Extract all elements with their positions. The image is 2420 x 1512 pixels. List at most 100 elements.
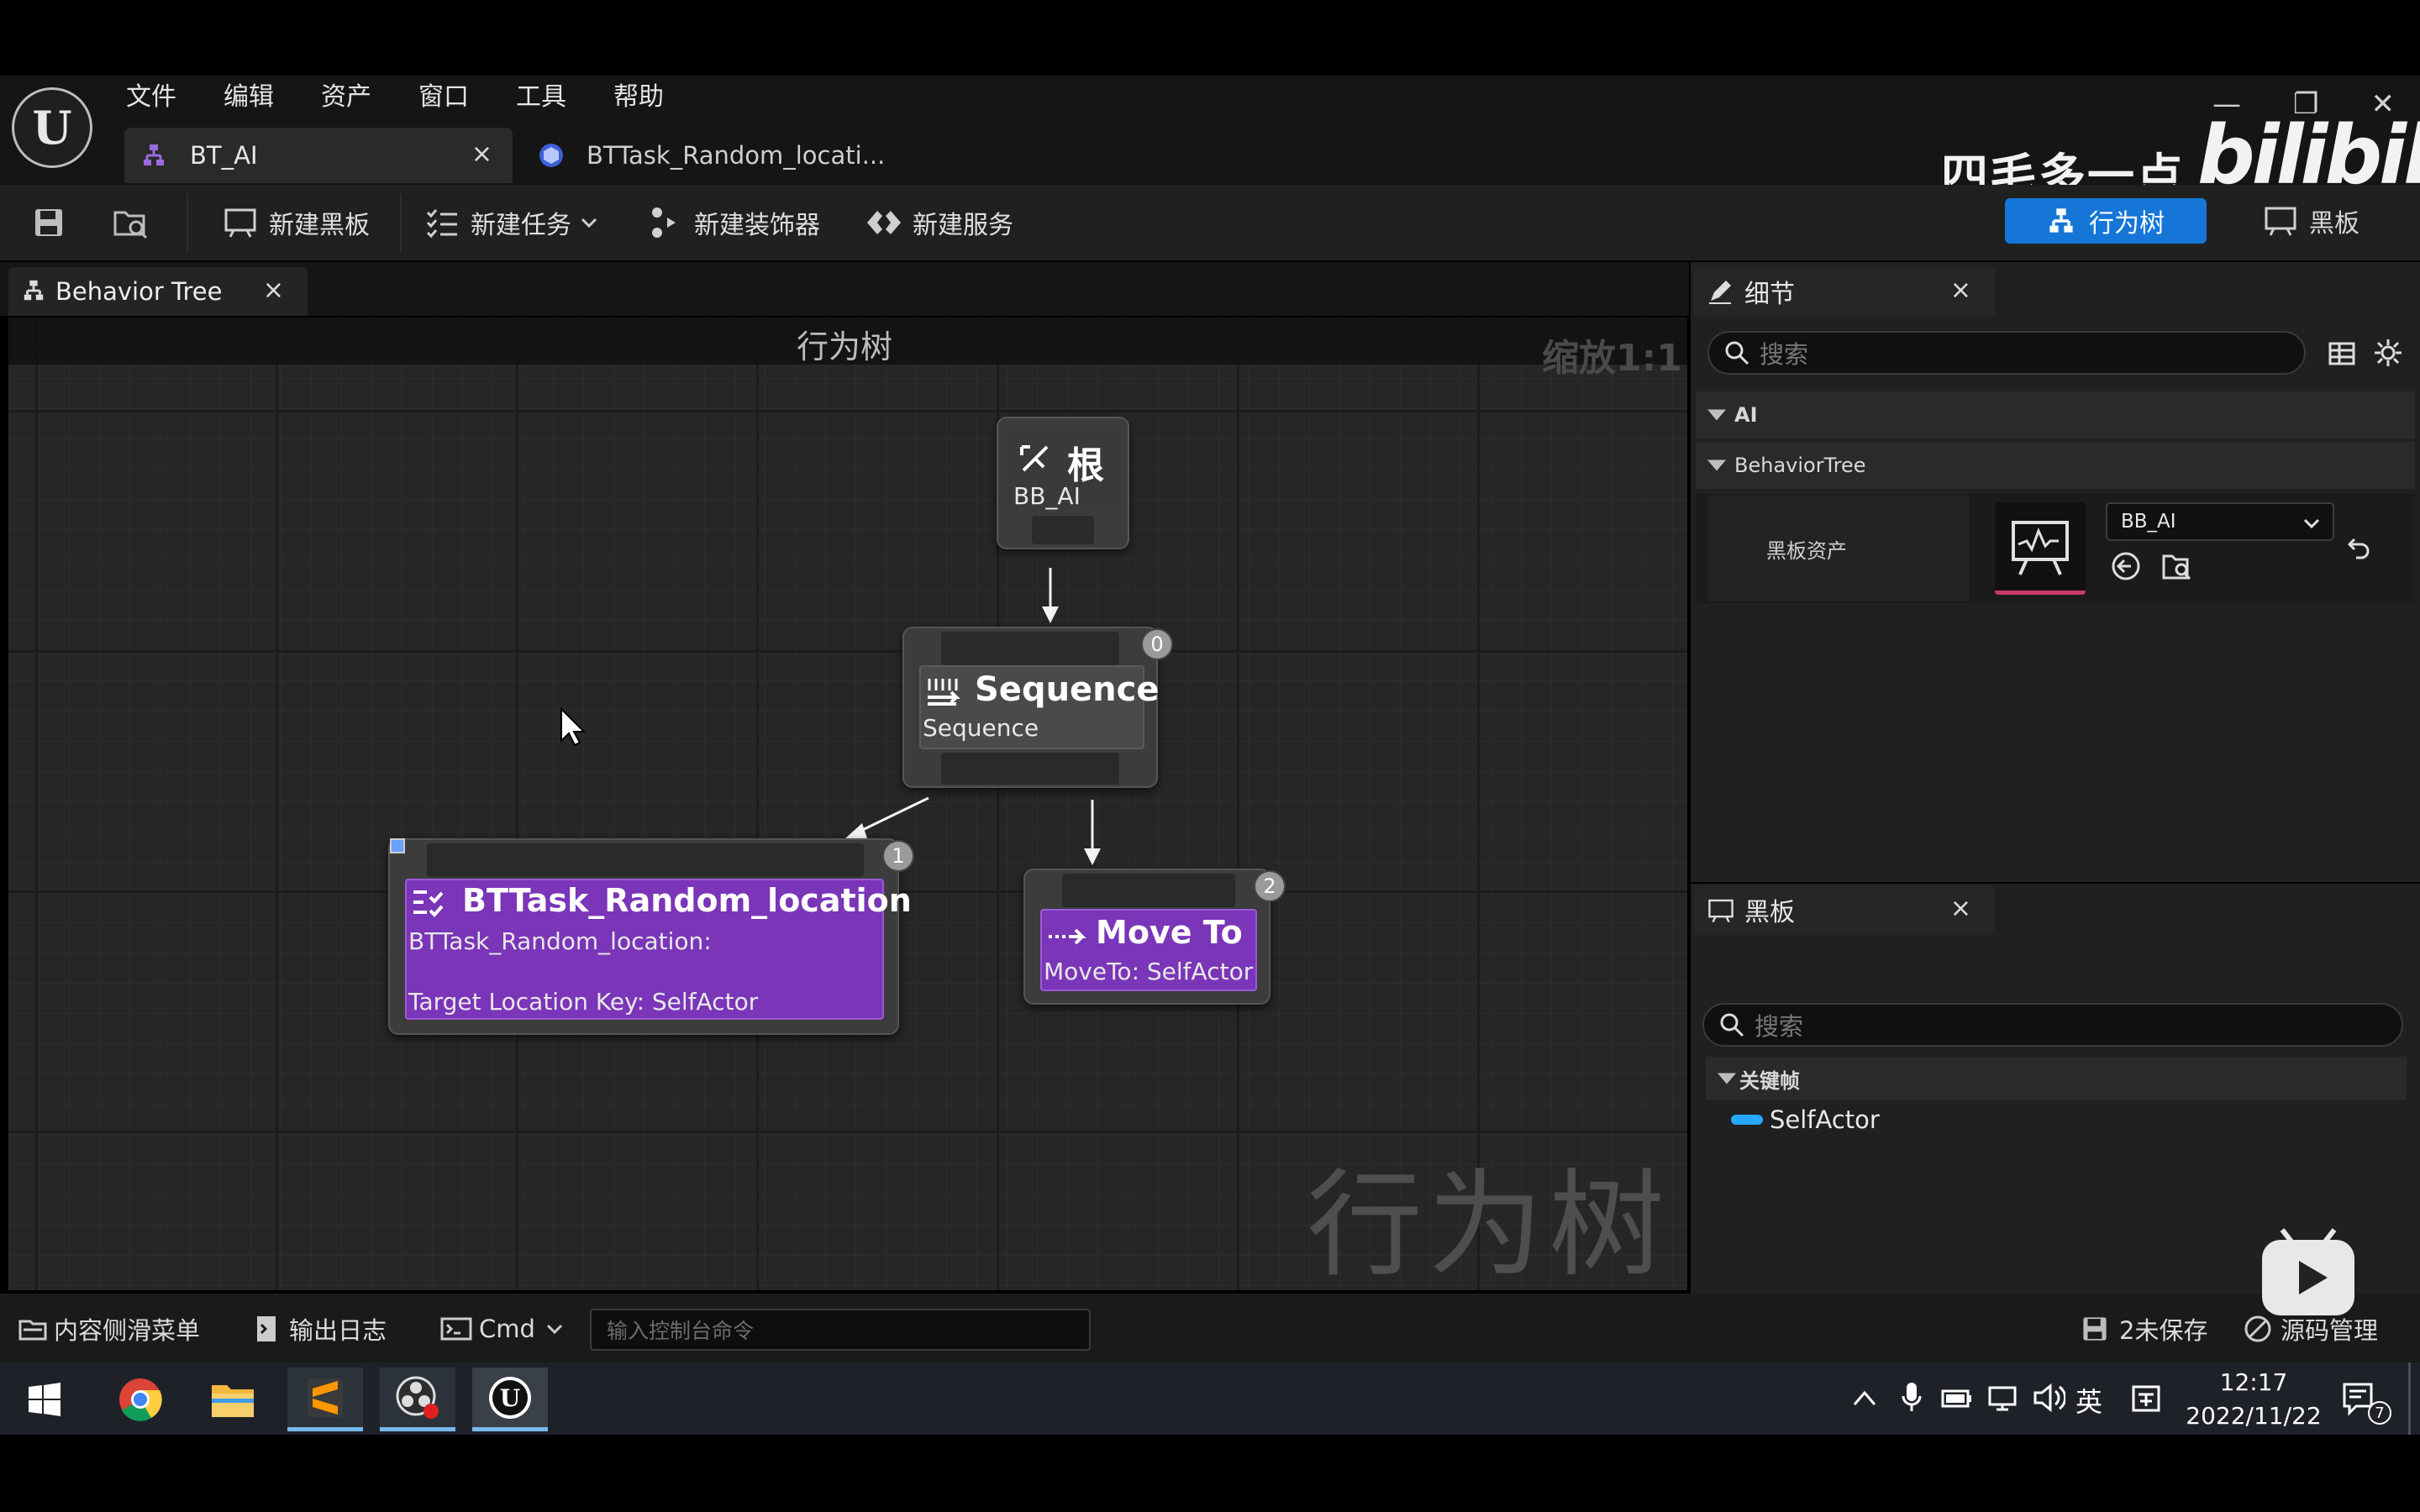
blackboard-category[interactable]: 关键帧 bbox=[1706, 1057, 2407, 1100]
details-search-placeholder: 搜索 bbox=[1760, 340, 1809, 369]
obs-icon bbox=[396, 1376, 439, 1419]
log-icon bbox=[257, 1316, 276, 1341]
execution-index-badge: 1 bbox=[882, 840, 914, 872]
terminal-icon bbox=[440, 1317, 472, 1341]
system-clock[interactable]: 12:17 2022/11/22 bbox=[2178, 1366, 2329, 1433]
video-play-button[interactable] bbox=[2262, 1228, 2354, 1315]
category-behaviortree-label: BehaviorTree bbox=[1734, 454, 1866, 477]
blackboard-asset-value: BB_AI bbox=[2121, 511, 2176, 533]
details-tab-label: 细节 bbox=[1744, 280, 1795, 309]
category-behaviortree[interactable]: BehaviorTree bbox=[1696, 442, 2415, 489]
app-window: U 文件 编辑 资产 窗口 工具 帮助 BT_AI × BTTask_Rando… bbox=[0, 0, 2420, 1512]
blackboard-category-label: 关键帧 bbox=[1739, 1068, 1800, 1093]
windows-icon bbox=[29, 1383, 60, 1416]
task-key-detail: Target Location Key: SelfActor bbox=[408, 988, 759, 1016]
folder-icon bbox=[212, 1385, 254, 1417]
source-control-label: 源码管理 bbox=[2281, 1316, 2379, 1345]
source-control-button[interactable]: 源码管理 bbox=[2244, 1310, 2378, 1347]
blackboard-key-selfactor[interactable]: SelfActor bbox=[1731, 1105, 1880, 1134]
content-drawer-button[interactable]: 内容侧滑菜单 bbox=[18, 1310, 200, 1347]
output-log-button[interactable]: 输出日志 bbox=[254, 1310, 387, 1347]
battery-icon[interactable] bbox=[1941, 1384, 1973, 1411]
tab-details[interactable]: 细节 × bbox=[1694, 267, 1995, 316]
pencil-icon bbox=[1709, 281, 1731, 304]
content-drawer-label: 内容侧滑菜单 bbox=[54, 1316, 201, 1345]
reset-to-default-icon[interactable] bbox=[2346, 534, 2371, 559]
taskbar-file-explorer[interactable] bbox=[195, 1368, 271, 1431]
no-source-control-icon bbox=[2244, 1315, 2271, 1342]
output-pin[interactable] bbox=[1032, 516, 1094, 544]
execution-index-badge: 2 bbox=[1254, 870, 1286, 902]
unreal-icon: U bbox=[489, 1376, 531, 1419]
input-pin[interactable] bbox=[941, 632, 1119, 665]
clock-time: 12:17 bbox=[2219, 1368, 2288, 1396]
mouse-cursor-icon bbox=[560, 707, 585, 746]
taskbar-obs[interactable] bbox=[380, 1368, 455, 1431]
property-label: 黑板资产 bbox=[1707, 496, 1970, 601]
use-selected-asset-icon[interactable] bbox=[2111, 551, 2141, 581]
search-icon bbox=[1725, 341, 1749, 365]
chevron-down-icon bbox=[546, 1324, 562, 1335]
move-to-title: Move To bbox=[1096, 914, 1243, 951]
microphone-icon[interactable] bbox=[1901, 1381, 1923, 1415]
cmd-label: Cmd bbox=[479, 1315, 535, 1343]
task-title: BTTask_Random_location bbox=[462, 882, 912, 919]
root-icon bbox=[1020, 445, 1049, 472]
show-desktop-strip[interactable] bbox=[2408, 1362, 2411, 1435]
blackboard-asset-dropdown[interactable]: BB_AI bbox=[2106, 502, 2334, 541]
sublime-icon bbox=[308, 1378, 343, 1417]
input-pin[interactable] bbox=[427, 843, 864, 877]
ime-indicator[interactable]: 英 bbox=[2075, 1381, 2102, 1420]
tab-blackboard[interactable]: 黑板 × bbox=[1694, 885, 1995, 934]
taskbar-sublime[interactable] bbox=[287, 1368, 363, 1431]
object-type-icon bbox=[1731, 1115, 1763, 1125]
unsaved-label: 2未保存 bbox=[2119, 1316, 2208, 1345]
root-title: 根 bbox=[1067, 444, 1104, 487]
input-pin[interactable] bbox=[1062, 874, 1235, 907]
taskbar-chrome[interactable] bbox=[103, 1368, 178, 1431]
category-ai[interactable]: AI bbox=[1696, 391, 2415, 438]
root-blackboard: BB_AI bbox=[1013, 482, 1081, 510]
cmd-selector[interactable]: Cmd bbox=[440, 1310, 564, 1347]
network-icon[interactable] bbox=[1988, 1384, 2022, 1413]
notification-count-badge: 7 bbox=[2368, 1401, 2391, 1425]
show-hidden-icons-chevron-icon[interactable] bbox=[1852, 1388, 1877, 1410]
execution-index-badge: 0 bbox=[1141, 628, 1173, 660]
save-icon bbox=[2083, 1317, 2107, 1341]
browse-asset-icon[interactable] bbox=[2161, 551, 2193, 581]
close-icon[interactable]: × bbox=[1950, 894, 1971, 923]
blackboard-search-input[interactable]: 搜索 bbox=[1702, 1003, 2403, 1047]
sequence-node[interactable]: Sequence Sequence bbox=[902, 627, 1160, 788]
output-pin[interactable] bbox=[941, 753, 1119, 785]
collapse-arrow-icon bbox=[1718, 1073, 1736, 1084]
start-button[interactable] bbox=[7, 1368, 82, 1431]
move-to-subtitle: MoveTo: SelfActor bbox=[1044, 958, 1254, 985]
console-command-input[interactable]: 输入控制台命令 bbox=[590, 1309, 1091, 1351]
move-to-node[interactable]: Move To MoveTo: SelfActor bbox=[1023, 869, 1270, 1005]
volume-icon[interactable] bbox=[2032, 1383, 2065, 1413]
clock-date: 2022/11/22 bbox=[2186, 1402, 2322, 1430]
gear-icon[interactable] bbox=[2373, 338, 2403, 368]
sequence-icon bbox=[928, 679, 960, 706]
taskbar-unreal[interactable]: U bbox=[472, 1368, 548, 1431]
ime-mode-icon[interactable] bbox=[2131, 1384, 2161, 1413]
details-search-input[interactable]: 搜索 bbox=[1707, 331, 2306, 375]
unsaved-button[interactable]: 2未保存 bbox=[2081, 1310, 2207, 1347]
sequence-title: Sequence bbox=[975, 670, 1160, 709]
chrome-icon bbox=[119, 1378, 162, 1421]
blackboard-icon bbox=[1708, 899, 1733, 923]
close-icon[interactable]: × bbox=[1950, 276, 1971, 305]
output-log-label: 输出日志 bbox=[289, 1316, 387, 1345]
move-to-icon bbox=[1049, 928, 1086, 945]
sequence-subtitle: Sequence bbox=[923, 714, 1039, 742]
task-random-location-node[interactable]: BTTask_Random_location BTTask_Random_loc… bbox=[388, 838, 912, 1035]
collapse-arrow-icon bbox=[1707, 459, 1726, 471]
blackboard-key-label: SelfActor bbox=[1770, 1105, 1880, 1134]
blackboard-search-placeholder: 搜索 bbox=[1754, 1012, 1804, 1041]
table-view-icon[interactable] bbox=[2328, 339, 2356, 368]
asset-thumbnail[interactable] bbox=[1995, 502, 2086, 595]
root-node[interactable]: 根 BB_AI bbox=[997, 417, 1129, 549]
task-icon bbox=[413, 890, 444, 917]
category-ai-label: AI bbox=[1734, 403, 1758, 427]
task-subtitle: BTTask_Random_location: bbox=[408, 927, 712, 955]
